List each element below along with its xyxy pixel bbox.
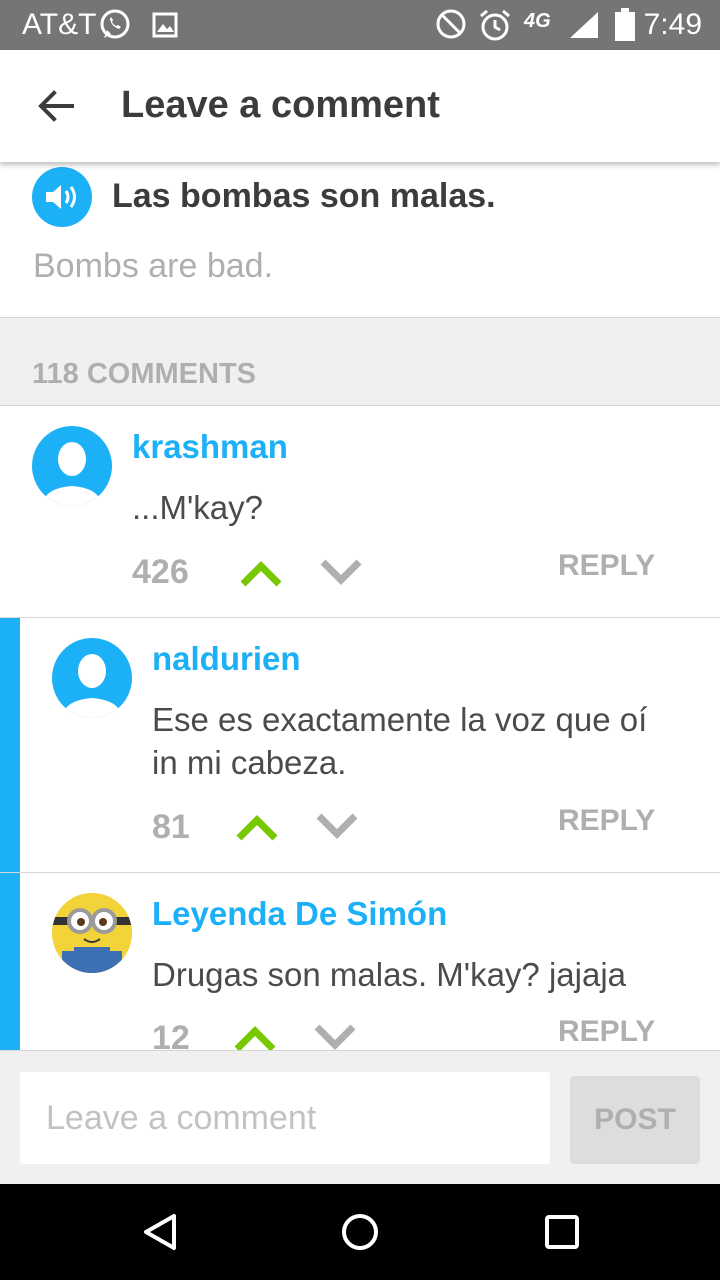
sentence-text: Las bombas son malas. — [112, 177, 496, 215]
comment-username[interactable]: krashman — [132, 428, 288, 466]
comment-item: naldurien Ese es exactamente la voz que … — [0, 618, 720, 873]
comment-text: Drugas son malas. M'kay? jajaja — [152, 956, 627, 993]
back-arrow-icon[interactable] — [36, 86, 76, 126]
upvote-icon[interactable] — [233, 1023, 277, 1050]
comment-count: 118 COMMENTS — [32, 358, 256, 390]
page-title: Leave a comment — [121, 84, 440, 126]
signal-icon — [568, 10, 600, 45]
recents-square-icon[interactable] — [542, 1212, 582, 1252]
downvote-icon[interactable] — [319, 558, 363, 588]
comment-username[interactable]: Leyenda De Simón — [152, 895, 447, 933]
carrier-label: AT&T — [22, 8, 97, 41]
status-bar: AT&T 4G 7:49 — [0, 0, 720, 50]
vote-count: 81 — [152, 808, 190, 846]
upvote-icon[interactable] — [239, 558, 283, 588]
reply-button[interactable]: REPLY — [558, 549, 655, 583]
do-not-disturb-icon — [435, 8, 467, 45]
default-avatar-icon[interactable] — [32, 426, 112, 506]
whatsapp-icon — [98, 8, 132, 47]
comment-item: Leyenda De Simón Drugas son malas. M'kay… — [0, 873, 720, 1050]
image-icon — [152, 12, 178, 43]
post-button[interactable]: POST — [570, 1076, 700, 1164]
reply-indent-bar — [0, 873, 20, 1050]
battery-icon — [614, 8, 636, 47]
vote-count: 426 — [132, 553, 189, 591]
upvote-icon[interactable] — [235, 812, 279, 842]
reply-indent-bar — [0, 618, 20, 872]
comment-text: ...M'kay? — [132, 489, 264, 526]
clock: 7:49 — [643, 8, 702, 41]
default-avatar-icon[interactable] — [52, 638, 132, 718]
home-circle-icon[interactable] — [340, 1212, 380, 1252]
downvote-icon[interactable] — [313, 1023, 357, 1050]
comment-composer: POST — [0, 1050, 720, 1184]
sentence-translation: Bombs are bad. — [33, 247, 274, 285]
reply-button[interactable]: REPLY — [558, 1015, 655, 1049]
comment-text: Ese es exactamente la voz que oí in mi c… — [152, 701, 648, 781]
comment-username[interactable]: naldurien — [152, 640, 301, 678]
alarm-icon — [478, 8, 512, 47]
app-bar: Leave a comment — [0, 50, 720, 162]
4g-lte-icon: 4G — [524, 10, 551, 32]
vote-count: 12 — [152, 1019, 190, 1050]
speaker-icon[interactable] — [32, 167, 92, 227]
system-nav-bar — [0, 1184, 720, 1280]
reply-button[interactable]: REPLY — [558, 804, 655, 838]
comment-input[interactable] — [20, 1072, 550, 1164]
comment-item: krashman ...M'kay? 426 REPLY — [0, 406, 720, 618]
sentence-card: Las bombas son malas. Bombs are bad. — [0, 162, 720, 318]
comments-header: 118 COMMENTS — [0, 318, 720, 406]
back-triangle-icon[interactable] — [140, 1212, 180, 1252]
minion-avatar[interactable] — [52, 893, 132, 973]
downvote-icon[interactable] — [315, 812, 359, 842]
